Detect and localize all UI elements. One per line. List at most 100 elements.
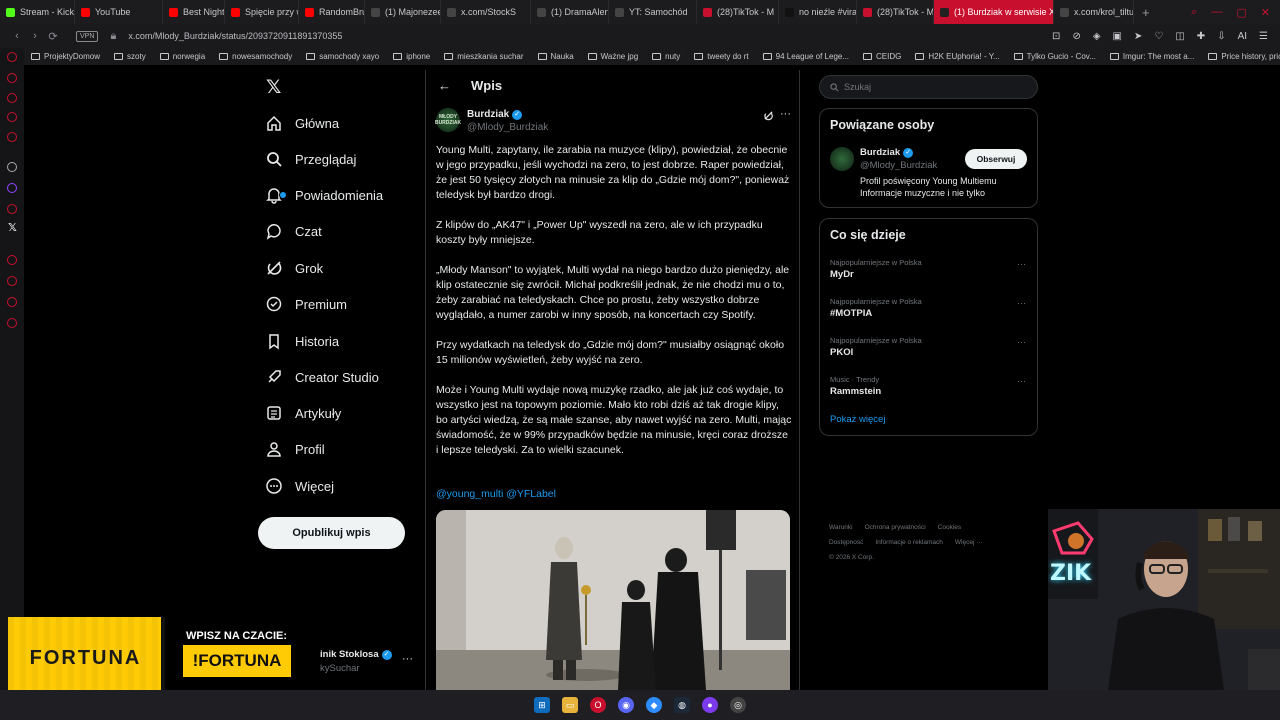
browser-tab[interactable]: YouTube — [75, 0, 163, 24]
nav-item-powiadomienia[interactable]: Powiadomienia — [265, 177, 383, 213]
publish-post-button[interactable]: Opublikuj wpis — [258, 517, 405, 549]
browser-tab[interactable]: YT: Samochód — [609, 0, 697, 24]
nav-item-artykuły[interactable]: Artykuły — [265, 395, 341, 431]
show-more-link[interactable]: Pokaż więcej — [830, 414, 885, 425]
follow-button[interactable]: Obserwuj — [965, 149, 1027, 169]
bookmark-item[interactable]: H2K EUphoria! - Y... — [908, 52, 1006, 61]
trend-more-icon[interactable]: ··· — [1017, 376, 1026, 386]
sidebar-app-icon[interactable] — [7, 112, 17, 122]
related-handle[interactable]: @Mlody_Burdziak — [860, 160, 937, 171]
post-avatar[interactable]: MŁODY BURDZIAK — [435, 108, 461, 132]
sidebar-app-icon[interactable] — [7, 204, 17, 214]
menu-icon[interactable]: ☰ — [1259, 31, 1268, 42]
sidebar-app-icon[interactable] — [7, 276, 17, 286]
search-input[interactable]: Szukaj — [819, 75, 1038, 99]
sidebar-app-icon[interactable] — [7, 255, 17, 265]
adblock-icon[interactable]: ⊘ — [1072, 31, 1080, 42]
account-more-icon[interactable]: ··· — [402, 653, 413, 665]
bookmark-item[interactable]: samochody xayo — [299, 52, 386, 61]
nav-item-czat[interactable]: Czat — [265, 213, 322, 249]
nav-item-przeglądaj[interactable]: Przeglądaj — [265, 141, 356, 177]
sidebar-app-icon[interactable] — [7, 93, 17, 103]
nav-item-premium[interactable]: Premium — [265, 286, 347, 322]
bookmark-item[interactable]: 94 League of Lege... — [756, 52, 856, 61]
browser-tab[interactable]: (28)TikTok - M — [857, 0, 934, 24]
sidebar-app-icon[interactable] — [7, 297, 17, 307]
back-nav-icon[interactable]: ‹ — [8, 30, 26, 42]
post-author-handle[interactable]: @Mlody_Burdziak — [467, 122, 548, 133]
browser-tab[interactable]: x.com/krol_tiltu — [1054, 0, 1134, 24]
browser-tab[interactable]: Spięcie przy w — [225, 0, 299, 24]
bookmark-item[interactable]: nuty — [645, 52, 687, 61]
footer-link[interactable]: Więcej ··· — [955, 539, 983, 546]
windows-start-icon[interactable]: ⊞ — [534, 697, 550, 713]
browser-tab[interactable]: (1) Majonezee — [365, 0, 441, 24]
browser-tab[interactable]: (1) DramaAlert — [531, 0, 609, 24]
nav-item-creator-studio[interactable]: Creator Studio — [265, 359, 379, 395]
footer-link[interactable]: Cookies — [938, 524, 961, 531]
sidebar-app-icon[interactable] — [7, 73, 17, 83]
maximize-icon[interactable]: ▢ — [1236, 6, 1246, 19]
nav-item-główna[interactable]: Główna — [265, 105, 339, 141]
ai-button[interactable]: AI — [1238, 31, 1247, 42]
browser-tab[interactable]: no nieźle #viral — [779, 0, 857, 24]
bookmark-item[interactable]: Imgur: The most a... — [1103, 52, 1201, 61]
footer-link[interactable]: Dostępność — [829, 539, 863, 546]
share-icon[interactable]: ➤ — [1134, 31, 1142, 42]
nav-item-grok[interactable]: Grok — [265, 250, 323, 286]
related-avatar[interactable] — [830, 147, 854, 171]
heart-icon[interactable]: ♡ — [1154, 31, 1163, 42]
browser-tab[interactable]: RandomBruce — [299, 0, 365, 24]
bookmark-item[interactable]: Nauka — [531, 52, 581, 61]
trend-more-icon[interactable]: ··· — [1017, 337, 1026, 347]
camera-icon[interactable]: ◫ — [1175, 31, 1184, 42]
forward-nav-icon[interactable]: › — [26, 30, 44, 42]
snapshot-icon[interactable]: ⊡ — [1052, 31, 1060, 42]
steam-icon[interactable]: ◍ — [674, 697, 690, 713]
twitch-icon[interactable] — [7, 183, 17, 193]
back-arrow-icon[interactable]: ← — [438, 78, 451, 93]
post-mentions[interactable]: @young_multi @YFLabel — [436, 488, 556, 500]
sidebar-app-icon[interactable] — [7, 52, 17, 62]
obs-icon[interactable]: ◎ — [730, 697, 746, 713]
reload-icon[interactable]: ⟳ — [44, 30, 62, 43]
search-tabs-icon[interactable]: ⌕ — [1191, 6, 1197, 19]
bookmark-item[interactable]: nowesamochody — [212, 52, 299, 61]
minimize-icon[interactable]: — — [1211, 6, 1222, 18]
new-tab-button[interactable]: + — [1134, 5, 1158, 20]
footer-link[interactable]: Informacje o reklamach — [875, 539, 943, 546]
post-more-icon[interactable]: ··· — [780, 108, 791, 120]
trend-more-icon[interactable]: ··· — [1017, 298, 1026, 308]
trend-more-icon[interactable]: ··· — [1017, 259, 1026, 269]
bookmark-item[interactable]: Ważne jpg — [581, 52, 646, 61]
close-window-icon[interactable]: ✕ — [1261, 6, 1270, 19]
bookmark-item[interactable]: ProjektyDomow — [24, 52, 107, 61]
sidebar-app-icon[interactable] — [7, 132, 17, 142]
bookmark-item[interactable]: iphone — [386, 52, 437, 61]
browser-tab[interactable]: x.com/StockS — [441, 0, 531, 24]
url-field[interactable]: x.com/Mlody_Burdziak/status/209372091189… — [128, 31, 342, 41]
file-explorer-icon[interactable]: ▭ — [562, 697, 578, 713]
footer-link[interactable]: Ochrona prywatności — [865, 524, 926, 531]
bookmark-item[interactable]: CEIDG — [856, 52, 908, 61]
extension-icon[interactable]: ▣ — [1113, 31, 1122, 42]
sidebar-app-icon[interactable] — [7, 162, 17, 172]
bookmark-item[interactable]: szoty — [107, 52, 153, 61]
download-icon[interactable]: ⇩ — [1217, 31, 1225, 42]
footer-link[interactable]: Warunki — [829, 524, 853, 531]
extensions-puzzle-icon[interactable]: ✚ — [1197, 31, 1205, 42]
settings-icon[interactable] — [7, 318, 17, 328]
post-media-image[interactable] — [436, 510, 790, 690]
browser-tab[interactable]: Best Nightcore — [163, 0, 225, 24]
browser-tab[interactable]: (1) Burdziak w serwisie X× — [934, 0, 1054, 24]
account-switcher-handle[interactable]: kySuchar — [320, 663, 360, 674]
post-author-name[interactable]: Burdziak ✓ — [467, 109, 523, 120]
browser-tab[interactable]: (28)TikTok - M — [697, 0, 779, 24]
browser-tab[interactable]: Stream - Kick D — [0, 0, 75, 24]
nav-item-więcej[interactable]: Więcej — [265, 468, 334, 504]
bookmark-item[interactable]: Tylko Gucio - Cov... — [1007, 52, 1103, 61]
related-name[interactable]: Burdziak ✓ — [860, 147, 914, 158]
vpn-badge[interactable]: VPN — [76, 30, 99, 42]
bookmark-item[interactable]: Price history, price... — [1201, 52, 1280, 61]
shield-icon[interactable]: ◈ — [1093, 31, 1101, 42]
